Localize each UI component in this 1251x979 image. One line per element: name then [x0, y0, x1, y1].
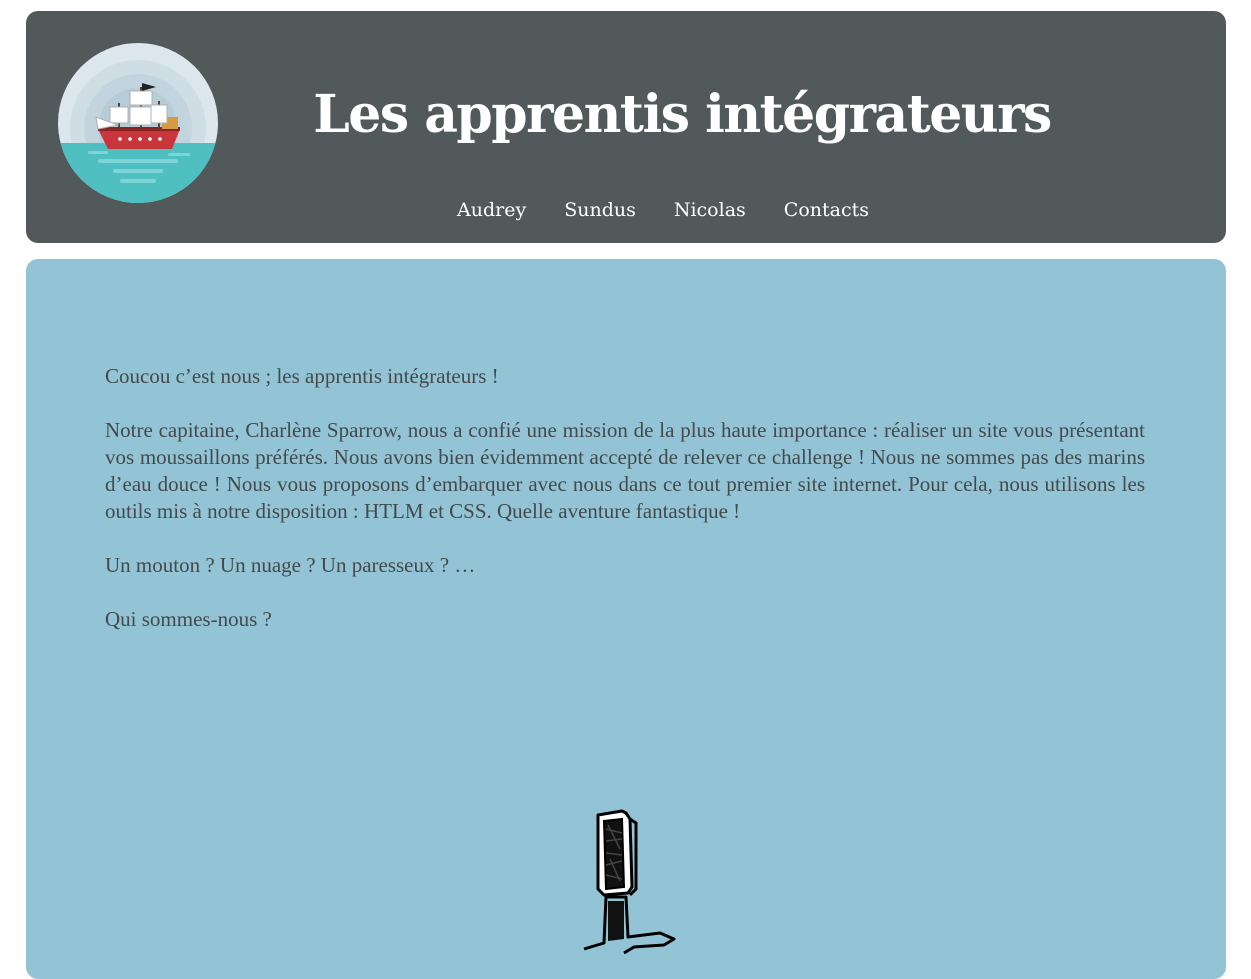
intro-greeting: Coucou c’est nous ; les apprentis intégr… — [105, 364, 499, 388]
nav-link-contacts[interactable]: Contacts — [784, 197, 869, 223]
intro-who: Qui sommes-nous ? — [105, 607, 272, 631]
nav-link-sundus[interactable]: Sundus — [564, 197, 636, 223]
page-title: Les apprentis intégrateurs — [313, 84, 1052, 145]
intro-question: Un mouton ? Un nuage ? Un paresseux ? … — [105, 553, 476, 577]
nav-link-nicolas[interactable]: Nicolas — [674, 197, 746, 223]
doodle-sketch-icon — [583, 809, 676, 955]
nav-link-audrey[interactable]: Audrey — [457, 197, 526, 223]
site-header: Les apprentis intégrateurs Audrey Sundus… — [26, 11, 1226, 243]
main-content: Coucou c’est nous ; les apprentis intégr… — [26, 259, 1226, 979]
intro-mission: Notre capitaine, Charlène Sparrow, nous … — [105, 418, 1145, 523]
intro-text: Coucou c’est nous ; les apprentis intégr… — [105, 363, 1145, 660]
main-nav: Audrey Sundus Nicolas Contacts — [26, 197, 1251, 223]
